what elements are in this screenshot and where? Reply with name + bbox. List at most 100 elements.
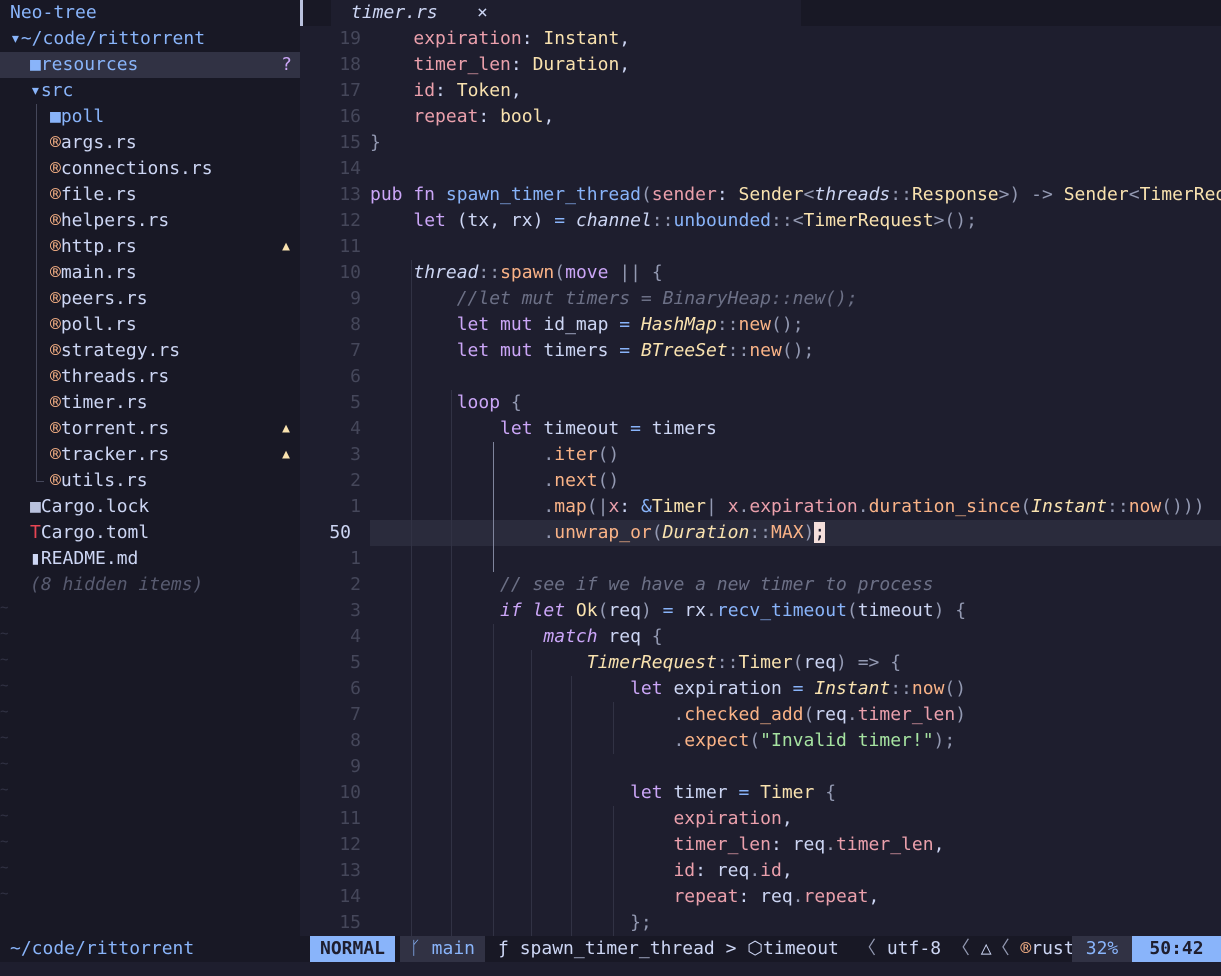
tree-item-file[interactable]: ®utils.rs [0,468,300,494]
code-line: .map(|x: &Timer| x.expiration.duration_s… [543,496,1205,517]
tree-item-file[interactable]: ®threads.rs [0,364,300,390]
tree-item-poll[interactable]: ■poll [0,104,300,130]
code-line: timer_len: req.timer_len, [673,834,945,855]
tree-item-file[interactable]: ®torrent.rs ▲ [0,416,300,442]
git-branch[interactable]: ᚴ main [400,936,485,962]
git-branch-icon: ᚴ [410,938,432,959]
linux-icon: △ [980,938,992,959]
code-line: let timer = Timer { [630,782,837,803]
empty-line-marker: ~ [0,834,9,850]
line-number: 13 [339,860,361,881]
line-number: 16 [339,106,361,127]
line-number: 10 [339,782,361,803]
empty-line-marker: ~ [0,756,9,772]
code-line: if let Ok(req) = rx.recv_timeout(timeout… [500,600,967,621]
tree-item-file[interactable]: ▮README.md [0,546,300,572]
code-line: timer_len: Duration, [413,54,631,75]
tree-root[interactable]: ▾~/code/rittorrent [10,26,300,52]
empty-line-marker: ~ [0,704,9,720]
function-icon: ƒ [498,938,520,959]
tree-item-file[interactable]: ®main.rs [0,260,300,286]
tree-item-file[interactable]: ®peers.rs [0,286,300,312]
line-number: 8 [350,730,361,751]
line-number: 9 [350,288,361,309]
rust-file-icon: ® [50,418,61,439]
tree-item-file[interactable]: ®connections.rs [0,156,300,182]
warning-icon: ▲ [282,239,290,254]
rust-file-icon: ® [50,210,61,231]
encoding-label: utf-8 [886,938,942,959]
line-number: 12 [339,210,361,231]
line-number: 2 [350,574,361,595]
rust-file-icon: ® [50,236,61,257]
rust-file-icon: ® [50,392,61,413]
tree-item-file[interactable]: TCargo.toml [0,520,300,546]
code-line: // see if we have a new timer to process [500,574,934,595]
current-line-number: 50 [329,522,351,543]
scroll-percent: 32% [1072,936,1132,962]
line-number: 1 [350,548,361,569]
code-line: //let mut timers = BinaryHeap::new(); [456,288,858,309]
code-line: let timeout = timers [500,418,717,439]
code-line: repeat: req.repeat, [673,886,880,907]
toml-file-icon: T [30,522,41,543]
tab-label: timer.rs [351,2,438,23]
code-line: .expect("Invalid timer!"); [673,730,956,751]
code-line: pub fn spawn_timer_thread(sender: Sender… [370,184,1221,205]
tree-item-file[interactable]: ®http.rs ▲ [0,234,300,260]
code-line: let expiration = Instant::now() [630,678,967,699]
line-number: 2 [350,470,361,491]
line-number: 12 [339,834,361,855]
code-line: let mut id_map = HashMap::new(); [456,314,804,335]
tab-bar: timer.rs × [303,0,1221,26]
line-number: 14 [339,886,361,907]
code-editor[interactable]: 19 18 17 16 15 14 13 12 11 10 9 8 7 6 5 … [303,26,1221,936]
tree-item-file[interactable]: ®poll.rs [0,312,300,338]
empty-line-marker: ~ [0,730,9,746]
code-line: .next() [543,470,620,491]
code-line: match req { [543,626,663,647]
line-number: 3 [350,600,361,621]
line-number: 17 [339,80,361,101]
code-line: expiration, [673,808,793,829]
tree-item-src[interactable]: ▾src [0,78,300,104]
empty-line-marker: ~ [0,782,9,798]
code-line: let mut timers = BTreeSet::new(); [456,340,815,361]
code-line: let (tx, rx) = channel::unbounded::<Time… [413,210,977,231]
tree-item-file[interactable]: ■Cargo.lock [0,494,300,520]
tree-item-file[interactable]: ®timer.rs [0,390,300,416]
code-line: loop { [456,392,522,413]
empty-line-marker: ~ [0,652,9,668]
rust-file-icon: ® [50,184,61,205]
tab-timer-rs[interactable]: timer.rs × [331,0,801,26]
line-number: 8 [350,314,361,335]
code-line: TimerRequest::Timer(req) => { [586,652,902,673]
line-number: 5 [350,392,361,413]
folder-icon: ■ [50,106,61,127]
tree-item-resources[interactable]: ■resources? [0,52,300,78]
rust-file-icon: ® [50,262,61,283]
tree-item-file[interactable]: ®tracker.rs ▲ [0,442,300,468]
lock-icon: ■ [30,496,41,517]
code-line: }; [630,912,652,933]
line-number: 7 [350,704,361,725]
tree-item-file[interactable]: ®helpers.rs [0,208,300,234]
line-number: 4 [350,626,361,647]
rust-file-icon: ® [50,366,61,387]
breadcrumb[interactable]: ƒ spawn_timer_thread > ⬡timeout [498,936,839,962]
line-number: 15 [339,132,361,153]
tree-item-file[interactable]: ®strategy.rs [0,338,300,364]
tree-item-file[interactable]: ®file.rs [0,182,300,208]
variable-icon: ⬡ [747,938,764,959]
code-line: id: Token, [413,80,522,101]
tree-item-file[interactable]: ®args.rs [0,130,300,156]
code-line: id: req.id, [673,860,793,881]
code-line: repeat: bool, [413,106,555,127]
empty-line-marker: ~ [0,626,9,642]
command-line[interactable] [0,962,1221,976]
rust-file-icon: ® [50,158,61,179]
explorer-title: Neo-tree [10,2,97,23]
rust-file-icon: ® [50,314,61,335]
code-line: thread::spawn(move || { [413,262,663,283]
close-icon[interactable]: × [477,0,488,26]
